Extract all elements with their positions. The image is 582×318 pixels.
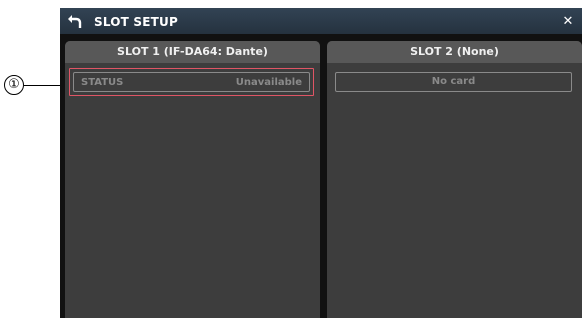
slot-2-status-row: No card [335, 72, 572, 92]
slot-2-header: SLOT 2 (None) [327, 41, 582, 63]
slot-1-status-row[interactable]: STATUS Unavailable [73, 72, 310, 92]
close-icon: ✕ [562, 13, 574, 29]
window-title: SLOT SETUP [94, 15, 178, 29]
slot-1-panel: SLOT 1 (IF-DA64: Dante) STATUS Unavailab… [65, 41, 320, 318]
title-bar: SLOT SETUP ✕ [60, 8, 582, 34]
close-button[interactable]: ✕ [558, 11, 578, 31]
status-value: Unavailable [235, 76, 302, 88]
slot-setup-window: SLOT SETUP ✕ SLOT 1 (IF-DA64: Dante) STA… [60, 8, 582, 318]
callout-leader-line [24, 84, 65, 86]
back-button[interactable] [64, 10, 86, 32]
callout-marker-1: ① [4, 75, 24, 95]
slot-1-header: SLOT 1 (IF-DA64: Dante) [65, 41, 320, 63]
slot-2-panel: SLOT 2 (None) No card [327, 41, 582, 318]
back-arrow-icon [68, 15, 82, 28]
status-label: STATUS [81, 76, 124, 88]
